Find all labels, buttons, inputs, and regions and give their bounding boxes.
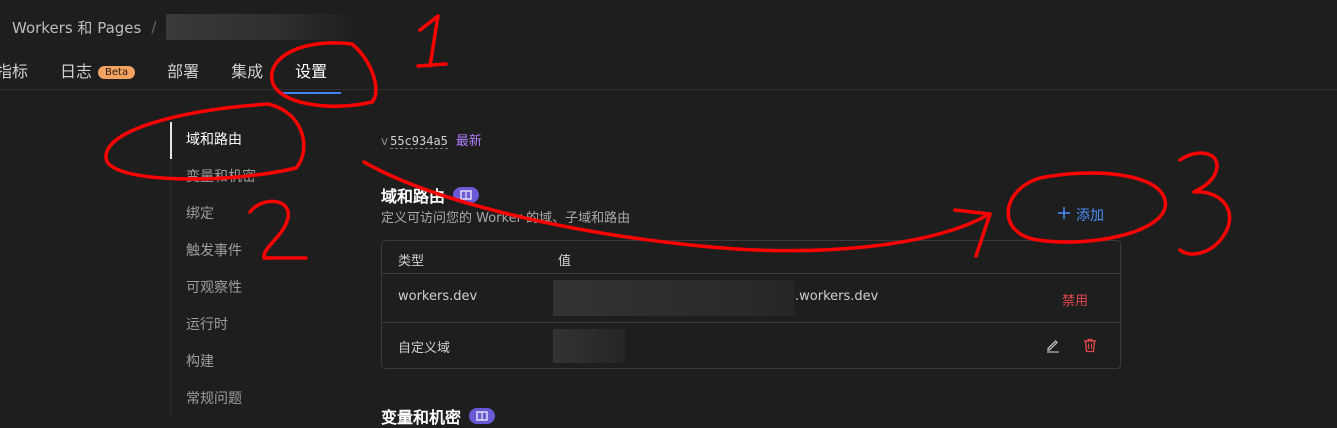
settings-sidenav: 域和路由 变量和机密 绑定 触发事件 可观察性 运行时 构建 常规问题 [170,122,340,418]
column-value: 值 [558,254,572,269]
sidenav-item-triggers[interactable]: 触发事件 [170,233,340,270]
domains-subtitle: 定义可访问您的 Worker 的域、子域和路由 [381,211,631,226]
annotation-numeral-1 [418,14,440,68]
table-row: 自定义域 [382,323,1120,368]
breadcrumb-root[interactable]: Workers 和 Pages [12,17,141,38]
annotation-numeral-3 [1178,151,1232,256]
version-status: 最新 [455,134,482,149]
trash-icon[interactable] [1081,336,1099,354]
sidenav-item-bindings[interactable]: 绑定 [170,196,340,233]
table-row: workers.dev .workers.dev 禁用 [382,274,1120,323]
redacted-subdomain [553,280,795,316]
add-domain-button[interactable]: 添加 [1058,205,1104,225]
tab-bar: 指标 日志 Beta 部署 集成 设置 [0,58,359,94]
version-prefix: v [381,134,389,148]
disable-button[interactable]: 禁用 [1062,290,1088,309]
sidenav-item-domains-routes[interactable]: 域和路由 [170,122,340,159]
version-hash[interactable]: 55c934a5 [390,134,448,149]
domains-title: 域和路由 [381,187,446,206]
domains-table: 类型 值 workers.dev .workers.dev 禁用 自定义域 [381,240,1121,369]
sidenav-item-variables-secrets[interactable]: 变量和机密 [170,159,340,196]
column-type: 类型 [398,254,425,269]
row-value-suffix: .workers.dev [795,289,879,304]
plus-icon [1058,207,1070,223]
add-label: 添加 [1076,208,1104,224]
redacted-custom-domain [553,329,625,363]
edit-icon[interactable] [1044,336,1062,354]
tab-divider [0,89,1337,90]
sidenav-item-general[interactable]: 常规问题 [170,381,340,418]
row-type: 自定义域 [398,341,451,356]
breadcrumb: Workers 和 Pages / [12,14,357,40]
domains-section-title: 域和路由 [381,183,480,207]
breadcrumb-separator: / [151,18,157,36]
beta-badge: Beta [98,66,136,79]
vars-section-title: 变量和机密 [381,404,496,428]
vars-title: 变量和机密 [381,408,462,427]
table-header: 类型 值 [382,241,1120,274]
docs-link-icon[interactable] [453,187,480,203]
sidenav-item-build[interactable]: 构建 [170,344,340,381]
annotation-numeral-1-base [416,62,448,68]
redacted-worker-name [166,14,357,40]
docs-link-icon[interactable] [469,408,496,424]
sidenav-item-observability[interactable]: 可观察性 [170,270,340,307]
sidenav-item-runtime[interactable]: 运行时 [170,307,340,344]
row-type: workers.dev [398,289,478,304]
version-line: v 55c934a5 最新 [381,130,482,149]
